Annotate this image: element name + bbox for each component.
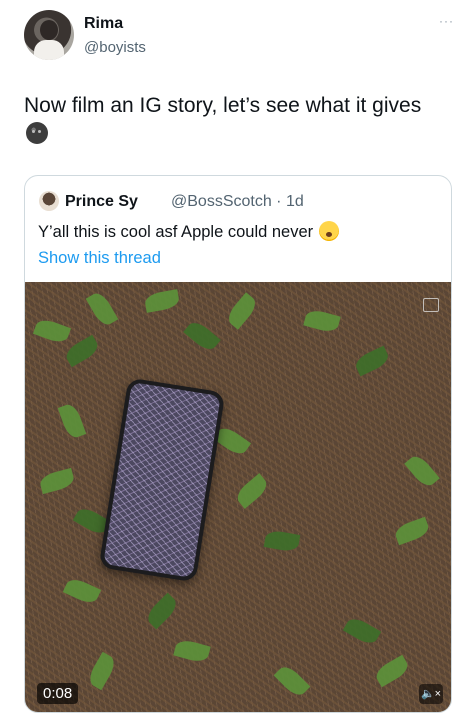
leaf-shape	[233, 473, 271, 509]
leaf-shape	[143, 592, 181, 630]
phone-on-grass	[98, 377, 226, 583]
leaf-shape	[62, 334, 102, 368]
leaf-shape	[183, 318, 221, 354]
leaf-shape	[263, 529, 301, 553]
leaf-shape	[32, 316, 72, 346]
sweat-face-icon	[319, 221, 340, 241]
new-moon-face-icon	[26, 122, 48, 144]
author-avatar[interactable]	[24, 10, 74, 60]
leaf-shape	[57, 401, 87, 441]
leaf-shape	[352, 345, 392, 377]
leaf-shape	[173, 637, 211, 665]
leaf-shape	[392, 516, 432, 546]
author-name[interactable]: Rima	[84, 15, 123, 33]
quoted-tweet-text-row: Y’all this is cool asf Apple could never	[38, 221, 340, 242]
leaf-shape	[303, 307, 341, 335]
author-handle[interactable]: @boyists	[84, 39, 146, 56]
avatar-body	[34, 40, 64, 60]
quoted-author-avatar[interactable]	[39, 191, 59, 211]
leaf-shape	[342, 614, 382, 648]
quoted-author-name[interactable]: Prince Sy	[65, 193, 138, 211]
leaf-shape	[62, 575, 102, 607]
leaf-shape	[273, 662, 311, 700]
leaf-shape	[224, 292, 260, 330]
tweet-body: Now film an IG story, let’s see what it …	[24, 91, 444, 149]
media-badge-icon	[423, 298, 439, 312]
leaf-shape	[372, 654, 412, 688]
leaf-shape	[38, 467, 76, 495]
tweet-text: Now film an IG story, let’s see what it …	[24, 94, 422, 117]
tweet-header: Rima @boyists ···	[24, 10, 454, 66]
leaf-shape	[85, 651, 119, 691]
leaf-shape	[404, 452, 440, 490]
mute-icon[interactable]: 🔈×	[419, 684, 443, 704]
video-timestamp: 0:08	[37, 683, 79, 704]
quoted-author-handle[interactable]: @BossScotch · 1d	[171, 193, 304, 211]
more-options-icon[interactable]: ···	[439, 14, 454, 28]
quoted-tweet-card[interactable]: Prince Sy @BossScotch · 1d Y’all this is…	[24, 175, 452, 713]
leaf-shape	[143, 289, 181, 313]
quoted-tweet-text: Y’all this is cool asf Apple could never	[38, 223, 314, 241]
leaf-shape	[85, 289, 119, 329]
video-player[interactable]: 0:08 🔈×	[25, 282, 451, 712]
show-thread-link[interactable]: Show this thread	[38, 249, 161, 268]
avatar-face	[40, 20, 58, 40]
